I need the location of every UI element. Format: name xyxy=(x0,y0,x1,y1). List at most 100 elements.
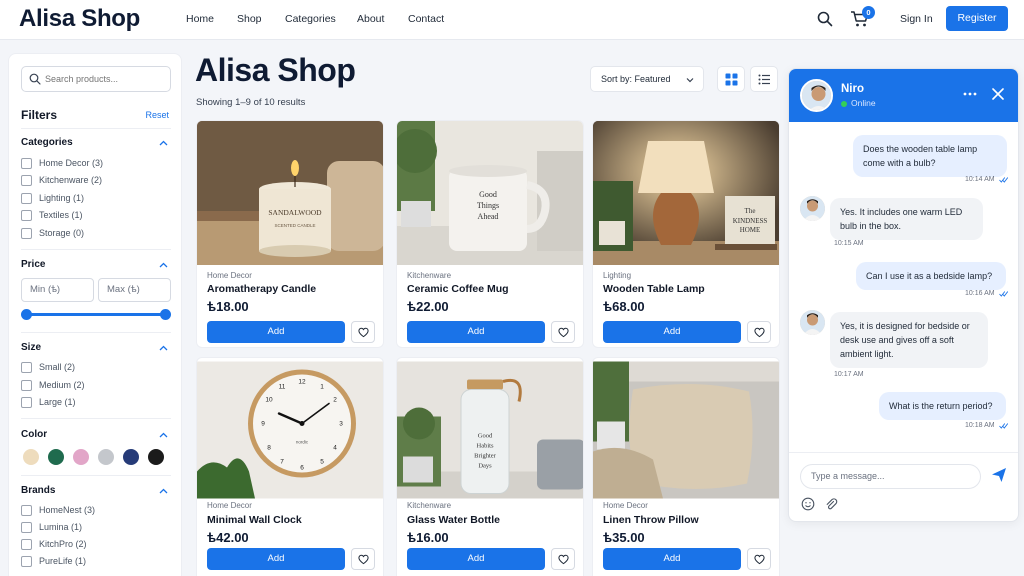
divider xyxy=(21,475,171,476)
message-time: 10:16 AM xyxy=(965,290,995,297)
product-card[interactable]: SANDALWOOD SCENTED CANDLE Home Decor Aro… xyxy=(196,120,384,348)
category-option[interactable]: Kitchenware (2) xyxy=(21,173,102,187)
sort-dropdown[interactable]: Sort by: Featured xyxy=(590,66,704,92)
add-to-cart-button[interactable]: Add xyxy=(603,321,741,343)
product-search-input[interactable] xyxy=(45,71,165,87)
chevron-up-icon[interactable] xyxy=(159,488,168,494)
add-to-cart-button[interactable]: Add xyxy=(207,321,345,343)
brand-option[interactable]: HomeNest (3) xyxy=(21,503,95,517)
size-option[interactable]: Large (1) xyxy=(21,395,76,409)
color-swatch-beige[interactable] xyxy=(23,449,39,465)
add-to-cart-button[interactable]: Add xyxy=(407,321,545,343)
brand-option[interactable]: KitchPro (2) xyxy=(21,537,87,551)
checkbox[interactable] xyxy=(21,538,32,550)
wishlist-button[interactable] xyxy=(747,321,771,343)
nav-contact[interactable]: Contact xyxy=(408,13,444,25)
product-price: ѣ22.00 xyxy=(407,299,449,314)
wishlist-button[interactable] xyxy=(551,548,575,570)
add-to-cart-button[interactable]: Add xyxy=(603,548,741,570)
product-name[interactable]: Ceramic Coffee Mug xyxy=(407,283,509,295)
more-options-icon[interactable] xyxy=(963,87,977,101)
add-to-cart-button[interactable]: Add xyxy=(407,548,545,570)
chat-message-input[interactable]: Type a message... xyxy=(800,464,981,489)
svg-text:11: 11 xyxy=(279,384,286,391)
chevron-up-icon[interactable] xyxy=(159,345,168,351)
product-card[interactable]: Home Decor Linen Throw Pillow ѣ35.00 Add xyxy=(592,357,780,576)
brand-label: PureLife (1) xyxy=(39,556,87,566)
slider-max-handle[interactable] xyxy=(160,309,171,320)
checkbox[interactable] xyxy=(21,361,32,373)
brand-logo[interactable]: Alisa Shop xyxy=(19,5,140,33)
slider-min-handle[interactable] xyxy=(21,309,32,320)
checkbox[interactable] xyxy=(21,504,32,516)
checkbox[interactable] xyxy=(21,555,32,567)
product-card[interactable]: Good Things Ahead Kitchenware Ceramic Co… xyxy=(396,120,584,348)
checkbox[interactable] xyxy=(21,209,32,221)
checkbox[interactable] xyxy=(21,396,32,408)
category-option[interactable]: Lighting (1) xyxy=(21,191,84,205)
product-name[interactable]: Minimal Wall Clock xyxy=(207,514,302,526)
add-to-cart-button[interactable]: Add xyxy=(207,548,345,570)
brand-option[interactable]: PureLife (1) xyxy=(21,554,86,568)
color-swatch-black[interactable] xyxy=(148,449,164,465)
category-option[interactable]: Home Decor (3) xyxy=(21,156,103,170)
size-label: Large (1) xyxy=(39,397,76,407)
register-button[interactable]: Register xyxy=(946,6,1008,31)
product-name[interactable]: Linen Throw Pillow xyxy=(603,514,699,526)
grid-view-button[interactable] xyxy=(717,66,745,92)
brands-heading[interactable]: Brands xyxy=(21,485,55,496)
chat-message-outgoing: What is the return period? xyxy=(879,392,1006,420)
attachment-icon[interactable] xyxy=(824,497,838,511)
chevron-up-icon[interactable] xyxy=(159,140,168,146)
checkbox[interactable] xyxy=(21,192,32,204)
size-option[interactable]: Medium (2) xyxy=(21,378,85,392)
size-option[interactable]: Small (2) xyxy=(21,360,75,374)
nav-categories[interactable]: Categories xyxy=(285,13,336,25)
checkbox[interactable] xyxy=(21,521,32,533)
wishlist-button[interactable] xyxy=(747,548,771,570)
product-search-box[interactable] xyxy=(21,66,171,92)
category-label: Storage (0) xyxy=(39,228,85,238)
reset-filters-link[interactable]: Reset xyxy=(145,110,169,120)
color-swatch-navy[interactable] xyxy=(123,449,139,465)
checkbox[interactable] xyxy=(21,157,32,169)
price-heading[interactable]: Price xyxy=(21,259,45,270)
product-name[interactable]: Aromatherapy Candle xyxy=(207,283,316,295)
color-swatch-pink[interactable] xyxy=(73,449,89,465)
product-name[interactable]: Wooden Table Lamp xyxy=(603,283,705,295)
checkbox[interactable] xyxy=(21,227,32,239)
chevron-up-icon[interactable] xyxy=(159,262,168,268)
nav-shop[interactable]: Shop xyxy=(237,13,262,25)
chevron-up-icon[interactable] xyxy=(159,432,168,438)
wishlist-button[interactable] xyxy=(351,548,375,570)
wishlist-button[interactable] xyxy=(551,321,575,343)
signin-link[interactable]: Sign In xyxy=(900,13,933,25)
nav-home[interactable]: Home xyxy=(186,13,214,25)
color-swatch-gray[interactable] xyxy=(98,449,114,465)
search-icon[interactable] xyxy=(817,11,833,27)
svg-text:Things: Things xyxy=(477,201,499,210)
product-card[interactable]: Good Habits Brighter Days Kitchenware Glass… xyxy=(396,357,584,576)
categories-heading[interactable]: Categories xyxy=(21,137,73,148)
price-min-input[interactable]: Min (ѣ) xyxy=(21,278,94,302)
product-name[interactable]: Glass Water Bottle xyxy=(407,514,500,526)
product-card[interactable]: The KINDNESS HOME Lighting Wooden Table … xyxy=(592,120,780,348)
send-icon[interactable] xyxy=(991,467,1007,483)
category-option[interactable]: Storage (0) xyxy=(21,226,84,240)
emoji-icon[interactable] xyxy=(801,497,815,511)
checkbox[interactable] xyxy=(21,379,32,391)
wishlist-button[interactable] xyxy=(351,321,375,343)
size-heading[interactable]: Size xyxy=(21,342,41,353)
divider xyxy=(21,418,171,419)
price-max-input[interactable]: Max (ѣ) xyxy=(98,278,171,302)
nav-about[interactable]: About xyxy=(357,13,384,25)
checkbox[interactable] xyxy=(21,174,32,186)
category-option[interactable]: Textiles (1) xyxy=(21,208,83,222)
list-view-button[interactable] xyxy=(750,66,778,92)
brand-option[interactable]: Lumina (1) xyxy=(21,520,82,534)
color-swatch-green[interactable] xyxy=(48,449,64,465)
product-card[interactable]: 12 1 2 3 4 5 6 7 8 9 10 11 nordic Home Decor Minima… xyxy=(196,357,384,576)
close-icon[interactable] xyxy=(992,88,1004,100)
color-heading[interactable]: Color xyxy=(21,429,47,440)
price-range-slider[interactable] xyxy=(26,313,166,316)
